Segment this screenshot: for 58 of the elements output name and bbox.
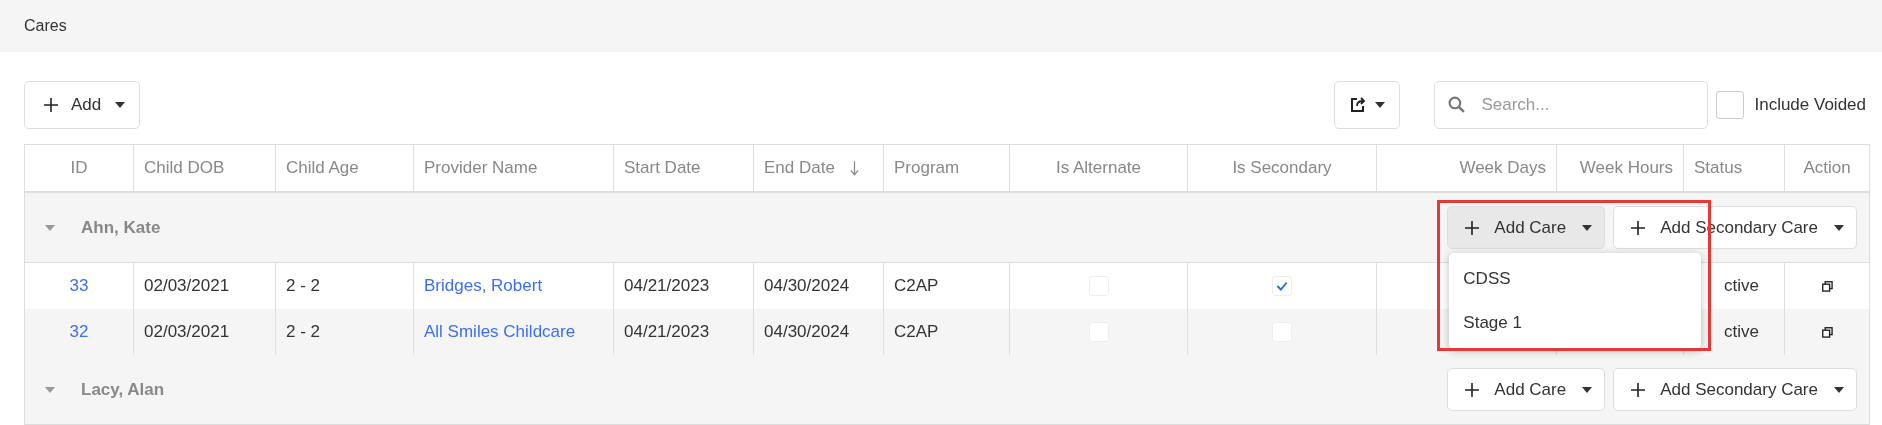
column-header[interactable]: Program bbox=[894, 158, 960, 177]
caret-icon bbox=[1375, 102, 1386, 108]
column-header[interactable]: Status bbox=[1694, 158, 1743, 177]
add-care-button[interactable]: Add Care bbox=[1447, 368, 1606, 411]
menu-item[interactable]: CDSS bbox=[1449, 257, 1702, 301]
export-button[interactable] bbox=[1334, 81, 1401, 129]
table-cell: 04/30/2024 bbox=[764, 322, 850, 341]
column-header[interactable]: Child Age bbox=[286, 158, 359, 177]
column-header[interactable]: Week Days bbox=[1459, 158, 1546, 177]
checkbox[interactable] bbox=[1716, 91, 1745, 119]
plus-icon bbox=[1464, 381, 1481, 398]
caret-icon bbox=[1582, 224, 1593, 231]
id-link[interactable]: 32 bbox=[69, 322, 89, 341]
expand-caret-icon[interactable] bbox=[45, 386, 55, 393]
caret-icon bbox=[1834, 224, 1844, 231]
table-cell: 04/21/2023 bbox=[624, 322, 710, 341]
column-header[interactable]: End Date bbox=[764, 158, 835, 177]
caret-icon bbox=[1834, 386, 1844, 393]
search-icon bbox=[1448, 96, 1466, 113]
table-cell: ctive bbox=[1724, 276, 1759, 295]
column-header[interactable]: Is Alternate bbox=[1055, 158, 1142, 177]
column-header[interactable]: Child DOB bbox=[144, 158, 225, 177]
export-icon bbox=[1349, 96, 1368, 114]
id-link[interactable]: 33 bbox=[69, 276, 89, 295]
add-care-button[interactable]: Add Care bbox=[1447, 206, 1606, 249]
plus-icon bbox=[1630, 219, 1647, 236]
table-cell: 2 - 2 bbox=[286, 276, 321, 295]
page-title: Cares bbox=[24, 17, 67, 35]
group-name: Lacy, Alan bbox=[81, 379, 165, 400]
copy-icon[interactable] bbox=[1821, 327, 1833, 338]
plus-icon bbox=[43, 97, 59, 113]
plus-icon bbox=[1464, 219, 1481, 236]
add-button[interactable]: Add bbox=[24, 81, 141, 129]
column-header[interactable]: Action bbox=[1803, 158, 1851, 177]
menu-item[interactable]: Stage 1 bbox=[1449, 301, 1702, 345]
plus-icon bbox=[1630, 381, 1647, 398]
add-secondary-care-button[interactable]: Add Secondary Care bbox=[1613, 368, 1857, 411]
table-cell: 2 - 2 bbox=[286, 322, 321, 341]
table-cell: C2AP bbox=[894, 276, 939, 295]
table-cell: ctive bbox=[1724, 322, 1759, 341]
checkbox-label: Include Voided bbox=[1754, 95, 1866, 115]
column-header[interactable]: Start Date bbox=[624, 158, 701, 177]
table-cell: 02/03/2021 bbox=[144, 276, 230, 295]
table-cell: 04/30/2024 bbox=[764, 276, 850, 295]
search-field[interactable]: Search... bbox=[1434, 81, 1709, 129]
provider-link[interactable]: Bridges, Robert bbox=[424, 276, 543, 295]
table-cell: 02/03/2021 bbox=[144, 322, 230, 341]
table-cell: C2AP bbox=[894, 322, 939, 341]
column-header[interactable]: Week Hours bbox=[1579, 158, 1673, 177]
expand-caret-icon[interactable] bbox=[45, 224, 55, 231]
copy-icon[interactable] bbox=[1821, 281, 1833, 292]
table-cell: 04/21/2023 bbox=[624, 276, 710, 295]
column-header[interactable]: Provider Name bbox=[424, 158, 538, 177]
caret-icon bbox=[115, 102, 126, 108]
column-header[interactable]: Is Secondary bbox=[1232, 158, 1332, 177]
caret-icon bbox=[1582, 386, 1593, 393]
group-name: Ahn, Kate bbox=[81, 217, 161, 238]
column-header[interactable]: ID bbox=[70, 158, 88, 177]
